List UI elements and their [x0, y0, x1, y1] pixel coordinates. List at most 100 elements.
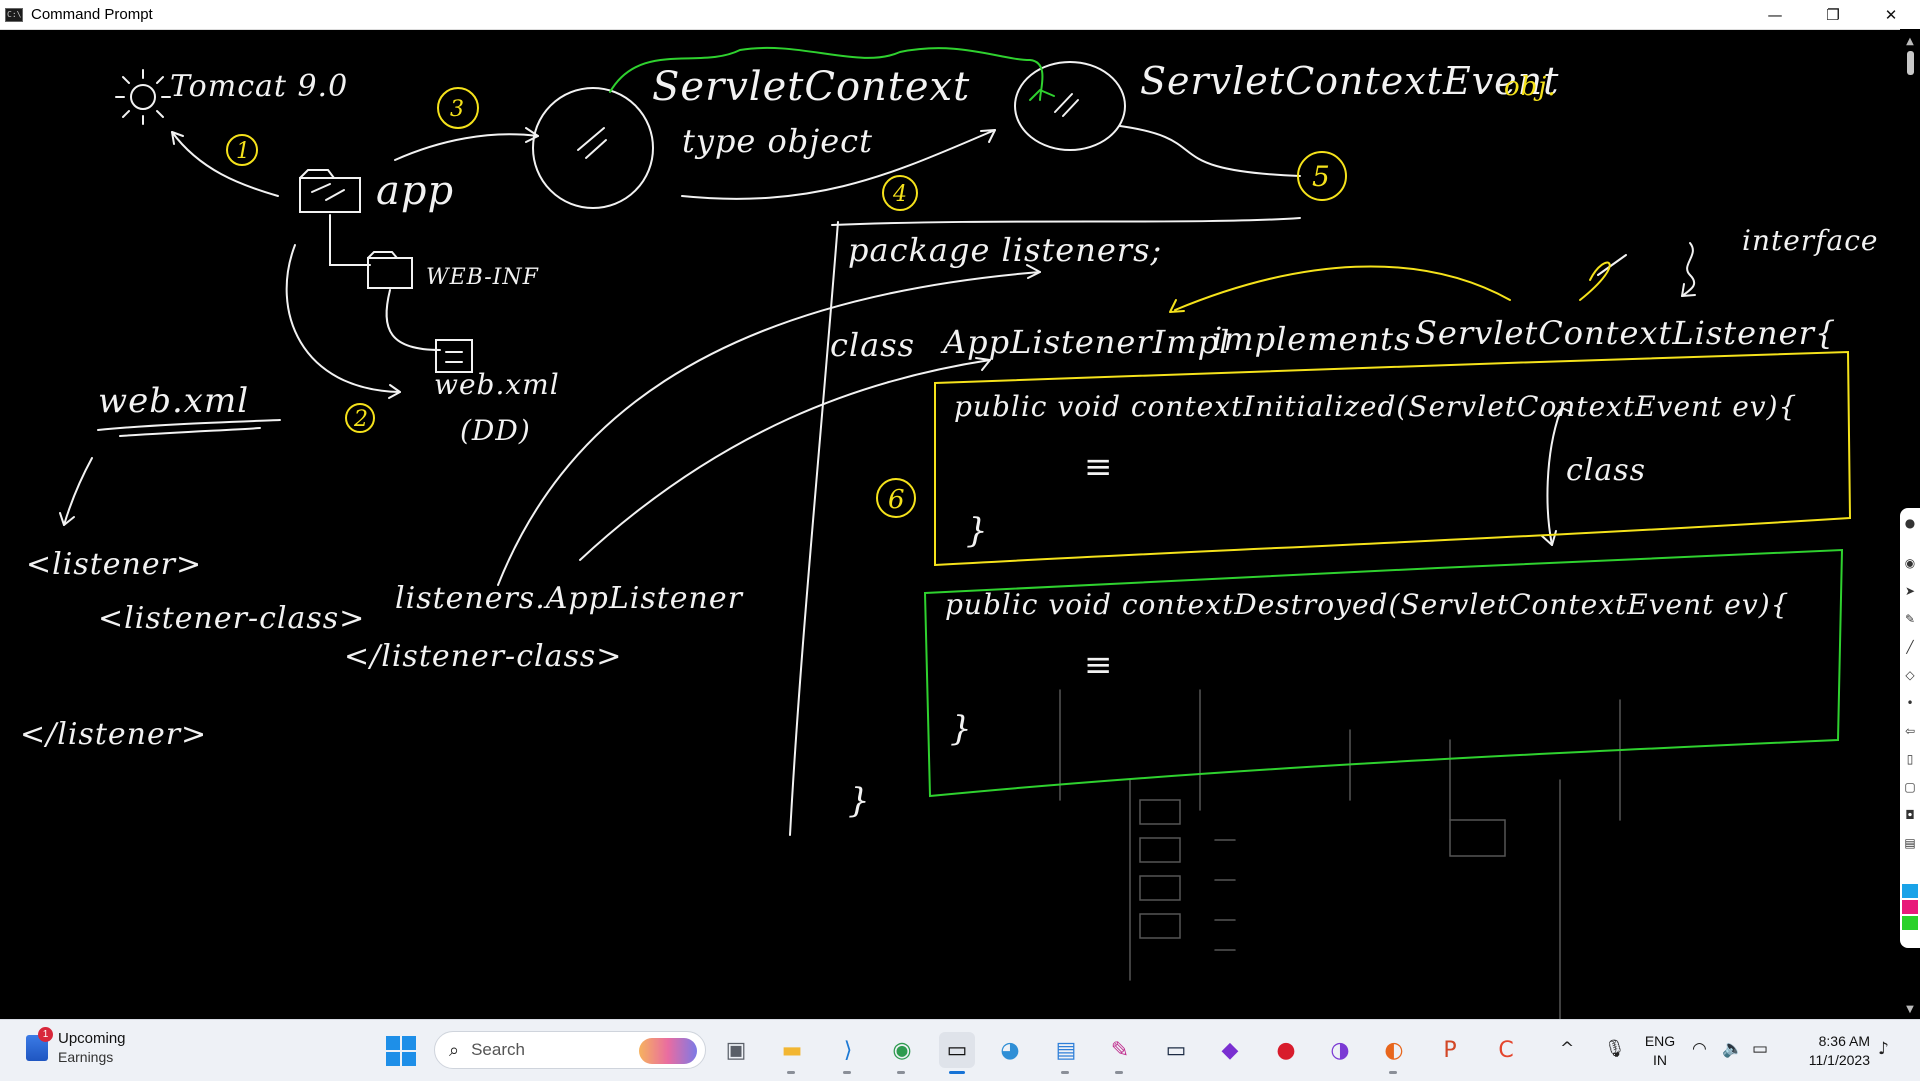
microphone-icon[interactable]: 🎙: [1604, 1039, 1626, 1059]
running-indicator: [1115, 1071, 1123, 1074]
taskbar-app-command-prompt[interactable]: ▭: [939, 1032, 975, 1074]
taskbar-app-powerpoint[interactable]: P: [1432, 1032, 1468, 1068]
dot-icon[interactable]: •: [1902, 694, 1918, 712]
method2-box: [923, 548, 1844, 798]
running-indicator: [1061, 1071, 1069, 1074]
taskbar-app-notepad[interactable]: ▤: [1048, 1032, 1084, 1074]
command-prompt-icon: ▭: [946, 1037, 968, 1063]
servlet-context-circle: [532, 87, 654, 209]
arrow-app-context: [394, 133, 539, 161]
taskbar-app-screen-recorder[interactable]: C: [1488, 1032, 1524, 1068]
volume-icon[interactable]: 🔈: [1722, 1039, 1743, 1059]
arrow-app-webxml: [285, 244, 401, 393]
delete-icon[interactable]: ▯: [1902, 750, 1918, 768]
eraser-icon[interactable]: ◇: [1902, 666, 1918, 684]
widgets-button[interactable]: 1 Upcoming Earnings: [26, 1027, 126, 1066]
screen-recorder-icon: C: [1498, 1037, 1514, 1063]
wifi-icon[interactable]: ◠: [1692, 1039, 1707, 1059]
window-title: Command Prompt: [31, 6, 153, 23]
line-icon[interactable]: ╱: [1902, 638, 1918, 656]
listener-class-open: <listener-class>: [98, 601, 365, 636]
whiteboard-canvas[interactable]: Tomcat 9.0 app WEB-INF web.xml (DD) Serv…: [0, 29, 1900, 1019]
undo-icon[interactable]: ⇦: [1902, 722, 1918, 740]
taskbar-app-pen-tool[interactable]: ✎: [1102, 1032, 1138, 1074]
mysql-workbench-icon: ▭: [1165, 1037, 1187, 1063]
command-prompt-icon: C:\: [5, 7, 23, 22]
app-logo-icon[interactable]: ●: [1902, 514, 1918, 532]
taskbar-app-chrome[interactable]: ◉: [884, 1032, 920, 1074]
scrollbar-thumb[interactable]: [1907, 51, 1914, 75]
eye-icon[interactable]: ◉: [1902, 554, 1918, 572]
webxml-label: web.xml: [434, 368, 560, 401]
notification-badge: 1: [38, 1027, 53, 1042]
widget-title: Upcoming: [58, 1030, 126, 1047]
step-1-label: 1: [236, 139, 251, 164]
language-indicator[interactable]: ENG IN: [1640, 1032, 1680, 1070]
system-clock[interactable]: 8:36 AM 11/1/2023: [1790, 1032, 1870, 1070]
running-indicator: [897, 1071, 905, 1074]
close-button[interactable]: ✕: [1862, 0, 1920, 29]
taskbar-app-paint[interactable]: ◕: [992, 1032, 1028, 1068]
clipboard-icon[interactable]: ▤: [1902, 834, 1918, 852]
search-highlight-image: [639, 1038, 697, 1064]
pen-icon[interactable]: ✎: [1902, 610, 1918, 628]
taskbar-app-opera[interactable]: ●: [1268, 1032, 1304, 1068]
scroll-down-arrow-icon[interactable]: ▼: [1900, 1001, 1920, 1019]
tray-overflow-chevron-icon[interactable]: ^: [1560, 1039, 1574, 1059]
dd-label: (DD): [460, 414, 531, 447]
listener-close-tag: </listener>: [20, 717, 207, 752]
taskbar: 1 Upcoming Earnings ⌕ Search ▣ ▬ ⟩ ◉ ▭ ◕ ▤ ✎ ▭ ◆ ●…: [0, 1019, 1920, 1081]
method1-signature: public void contextInitialized(ServletCo…: [954, 390, 1797, 423]
event-obj-suffix: obj.: [1504, 72, 1557, 102]
maximize-button[interactable]: ❐: [1804, 0, 1862, 29]
pointer-icon[interactable]: ➤: [1902, 582, 1918, 600]
taskbar-app-file-explorer[interactable]: ▬: [774, 1032, 810, 1074]
event-circle: [1014, 61, 1126, 151]
step-4-label: 4: [892, 182, 908, 207]
running-indicator: [787, 1071, 795, 1074]
webinf-folder-icon: [367, 257, 413, 289]
intellij-icon: ◆: [1221, 1037, 1239, 1063]
widget-subtitle: Earnings: [58, 1049, 114, 1065]
start-button[interactable]: [386, 1036, 416, 1066]
arrow-tomcat-app: [171, 131, 279, 197]
running-indicator: [843, 1071, 851, 1074]
running-indicator: [949, 1071, 965, 1074]
scroll-up-arrow-icon[interactable]: ▲: [1900, 33, 1920, 51]
method1-body: ≡: [1084, 447, 1114, 487]
method1-close: }: [966, 511, 989, 551]
step-5-label: 5: [1312, 160, 1331, 193]
camera-icon[interactable]: ◘: [1902, 806, 1918, 824]
taskbar-app-game-bar[interactable]: ◑: [1322, 1032, 1358, 1068]
vs-code-icon: ⟩: [843, 1037, 853, 1063]
annotation-toolbar: ● ◉ ➤ ✎ ╱ ◇ • ⇦ ▯ ▢ ◘ ▤: [1900, 508, 1920, 948]
listener-open-tag: <listener>: [26, 547, 202, 582]
taskbar-app-task-view[interactable]: ▣: [718, 1032, 754, 1068]
task-view-icon: ▣: [725, 1037, 747, 1063]
class-close: }: [848, 781, 871, 821]
class-keyword: class: [830, 326, 915, 364]
notification-bell-icon[interactable]: ♪: [1878, 1039, 1889, 1059]
taskbar-app-firefox[interactable]: ◐: [1376, 1032, 1412, 1074]
taskbar-app-mysql-workbench[interactable]: ▭: [1158, 1032, 1194, 1068]
webinf-label: WEB-INF: [426, 265, 539, 290]
blue-color-swatch[interactable]: [1902, 884, 1918, 898]
method2-signature: public void contextDestroyed(ServletCont…: [945, 588, 1789, 621]
taskbar-app-intellij[interactable]: ◆: [1212, 1032, 1248, 1068]
taskbar-app-vs-code[interactable]: ⟩: [830, 1032, 866, 1074]
implements-keyword: implements: [1212, 320, 1411, 358]
notepad-icon: ▤: [1055, 1037, 1077, 1063]
app-label: app: [376, 168, 454, 214]
region-code: IN: [1653, 1052, 1667, 1068]
battery-icon[interactable]: ▭: [1752, 1039, 1768, 1059]
green-color-swatch[interactable]: [1902, 916, 1918, 930]
taskbar-search-box[interactable]: ⌕ Search: [434, 1031, 706, 1069]
pink-color-swatch[interactable]: [1902, 900, 1918, 914]
method2-body: ≡: [1084, 645, 1114, 685]
board-icon[interactable]: ▢: [1902, 778, 1918, 796]
minimize-button[interactable]: —: [1746, 0, 1804, 29]
game-bar-icon: ◑: [1330, 1037, 1350, 1063]
running-indicator: [1389, 1071, 1397, 1074]
listener-class-close: </listener-class>: [344, 639, 622, 674]
tomcat-label: Tomcat 9.0: [170, 69, 348, 104]
